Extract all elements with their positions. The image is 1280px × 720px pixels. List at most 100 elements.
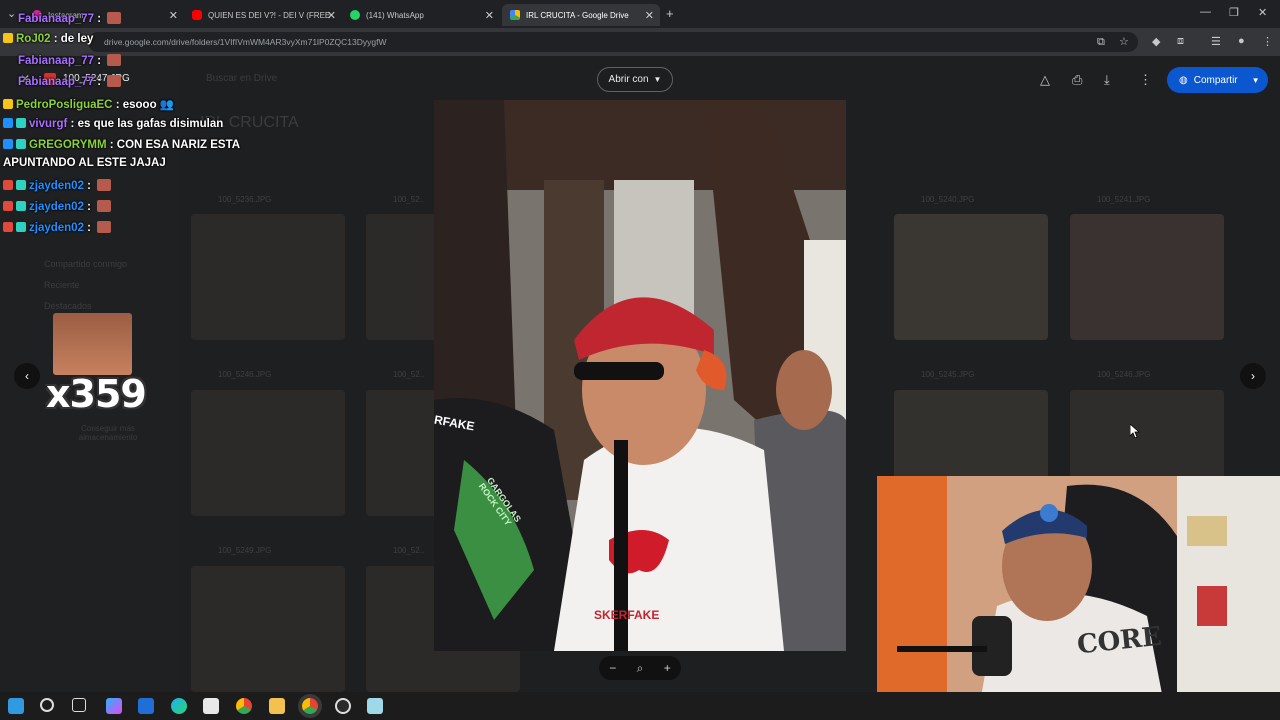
chat-message: PedroPosliguaEC : esooo 👥 xyxy=(3,97,174,111)
previous-image-button[interactable]: ‹ xyxy=(14,363,40,389)
globe-icon: ◍ xyxy=(1179,74,1188,86)
next-image-button[interactable]: › xyxy=(1240,363,1266,389)
url-text[interactable]: drive.google.com/drive/folders/1VIfIVmWM… xyxy=(104,37,386,47)
chat-message: Fabianaap_77 : xyxy=(18,12,122,25)
file-thumbnail[interactable] xyxy=(191,566,345,692)
maximize-window-icon[interactable]: ❐ xyxy=(1229,6,1239,19)
preview-photo: SKERFAKE RFAKE GARGOLAS ROCK CITY xyxy=(434,100,846,651)
file-thumbnail[interactable] xyxy=(191,214,345,340)
print-icon[interactable]: ⎙ xyxy=(1072,72,1082,88)
chat-message: Fabianaap_77 : xyxy=(18,75,122,88)
add-shortcut-icon[interactable]: △ xyxy=(1040,72,1050,88)
file-thumbnail[interactable] xyxy=(191,390,345,516)
store-icon[interactable] xyxy=(203,698,219,714)
notepad-icon[interactable] xyxy=(367,698,383,714)
drive-icon xyxy=(510,10,520,20)
emote-icon: 👥 xyxy=(159,99,175,111)
badge-icon xyxy=(3,180,13,190)
file-thumbnail[interactable] xyxy=(894,214,1048,340)
sidebar-item-starred[interactable]: Destacados xyxy=(44,301,92,311)
tab-google-drive[interactable]: IRL CRUCITA - Google Drive ✕ xyxy=(502,4,660,26)
chevron-left-icon: ‹ xyxy=(25,369,29,383)
badge-icon xyxy=(3,222,13,232)
new-tab-button[interactable]: + xyxy=(666,6,674,21)
chat-message: Fabianaap_77 : xyxy=(18,54,122,67)
chat-username: Fabianaap_77 xyxy=(18,76,95,88)
thumb-label: 100_5246.JPG xyxy=(1097,370,1151,379)
chat-message: zjayden02 : xyxy=(3,179,112,192)
chat-message-continued: APUNTANDO AL ESTE JAJAJ xyxy=(3,157,166,169)
edge-icon[interactable] xyxy=(171,698,187,714)
browser-tab-bar: ⌄ Instagram ✕ QUIEN ES DEI V?! - DEI V (… xyxy=(0,0,1280,28)
copilot-icon[interactable] xyxy=(106,698,122,714)
chrome-icon[interactable] xyxy=(236,698,252,714)
browser-menu-icon[interactable]: ⋮ xyxy=(1262,35,1273,48)
share-dropdown-icon[interactable]: ▼ xyxy=(1252,76,1260,85)
install-app-icon[interactable]: ⧉ xyxy=(1097,36,1105,49)
emote-icon xyxy=(107,54,122,66)
chat-username: GREGORYMM xyxy=(29,139,107,151)
tab-label: QUIEN ES DEI V?! - DEI V (FREE xyxy=(208,10,331,20)
sidebar-item-recent[interactable]: Reciente xyxy=(44,280,80,290)
zoom-magnifier-icon[interactable]: ⌕ xyxy=(637,661,644,676)
chat-username: PedroPosliguaEC xyxy=(16,99,113,111)
tab-label: IRL CRUCITA - Google Drive xyxy=(526,10,629,20)
emote-icon xyxy=(97,221,112,233)
close-window-icon[interactable]: ✕ xyxy=(1258,6,1267,19)
tab-whatsapp[interactable]: (141) WhatsApp ✕ xyxy=(342,4,500,26)
profile-icon[interactable]: ● xyxy=(1238,35,1245,47)
close-tab-icon[interactable]: ✕ xyxy=(169,9,178,22)
storage-button[interactable]: Conseguir más almacenamiento xyxy=(58,424,158,442)
open-with-button[interactable]: Abrir con ▼ xyxy=(597,67,673,92)
badge-icon xyxy=(3,201,13,211)
file-thumbnail[interactable] xyxy=(1070,214,1224,340)
chat-text: CON ESA NARIZ ESTA xyxy=(116,139,241,151)
sidebar-item-shared[interactable]: Compartido conmigo xyxy=(44,259,127,269)
mouse-cursor-icon xyxy=(1129,423,1141,443)
badge-icon xyxy=(16,201,26,211)
windows-start-icon[interactable] xyxy=(8,698,24,714)
task-view-icon[interactable] xyxy=(72,698,86,712)
youtube-icon xyxy=(192,10,202,20)
emote-icon xyxy=(107,75,122,87)
media-control-icon[interactable]: ☰ xyxy=(1211,35,1221,48)
thumb-label: 100_52.. xyxy=(393,370,425,379)
close-tab-icon[interactable]: ✕ xyxy=(485,9,494,22)
share-label: Compartir xyxy=(1193,74,1238,86)
obs-icon[interactable] xyxy=(335,698,351,714)
extension-icon[interactable]: ◆ xyxy=(1152,35,1160,48)
chat-username: zjayden02 xyxy=(29,222,84,234)
open-with-label: Abrir con xyxy=(608,74,649,85)
badge-icon xyxy=(16,222,26,232)
emote-combo-counter: x359 xyxy=(46,372,147,416)
chrome-profile-icon[interactable] xyxy=(302,698,318,714)
drive-search-input[interactable]: Buscar en Drive xyxy=(206,73,277,84)
thumb-label: 100_5246.JPG xyxy=(218,370,272,379)
chat-message: GREGORYMM : CON ESA NARIZ ESTA xyxy=(3,139,240,151)
tab-youtube[interactable]: QUIEN ES DEI V?! - DEI V (FREE ✕ xyxy=(184,4,342,26)
file-explorer-icon[interactable] xyxy=(269,698,285,714)
minimize-window-icon[interactable]: — xyxy=(1200,6,1211,18)
chat-text: de ley xyxy=(60,33,94,45)
badge-icon xyxy=(16,180,26,190)
tab-search-icon[interactable]: ⌄ xyxy=(7,7,16,20)
emote-icon xyxy=(97,200,112,212)
chat-text: es que las gafas disimulan xyxy=(77,118,224,130)
outlook-icon[interactable] xyxy=(138,698,154,714)
bookmark-star-icon[interactable]: ☆ xyxy=(1119,35,1129,48)
zoom-out-icon[interactable]: − xyxy=(609,661,616,675)
share-button[interactable]: ◍ Compartir ▼ xyxy=(1167,67,1268,93)
close-tab-icon[interactable]: ✕ xyxy=(327,9,336,22)
zoom-in-icon[interactable]: + xyxy=(664,661,671,675)
thumb-label: 100_5249.JPG xyxy=(218,546,272,555)
zoom-controls: − ⌕ + xyxy=(599,656,681,680)
badge-icon xyxy=(3,99,13,109)
download-icon[interactable]: ⤓ xyxy=(1104,72,1110,88)
more-actions-icon[interactable]: ⋮ xyxy=(1139,72,1152,88)
thumb-label: 100_52.. xyxy=(393,546,425,555)
badge-icon xyxy=(3,118,13,128)
search-icon[interactable] xyxy=(40,698,54,712)
close-tab-icon[interactable]: ✕ xyxy=(645,9,654,22)
puzzle-extensions-icon[interactable]: ⧈ xyxy=(1177,35,1184,48)
laughing-emote-icon xyxy=(53,313,132,375)
